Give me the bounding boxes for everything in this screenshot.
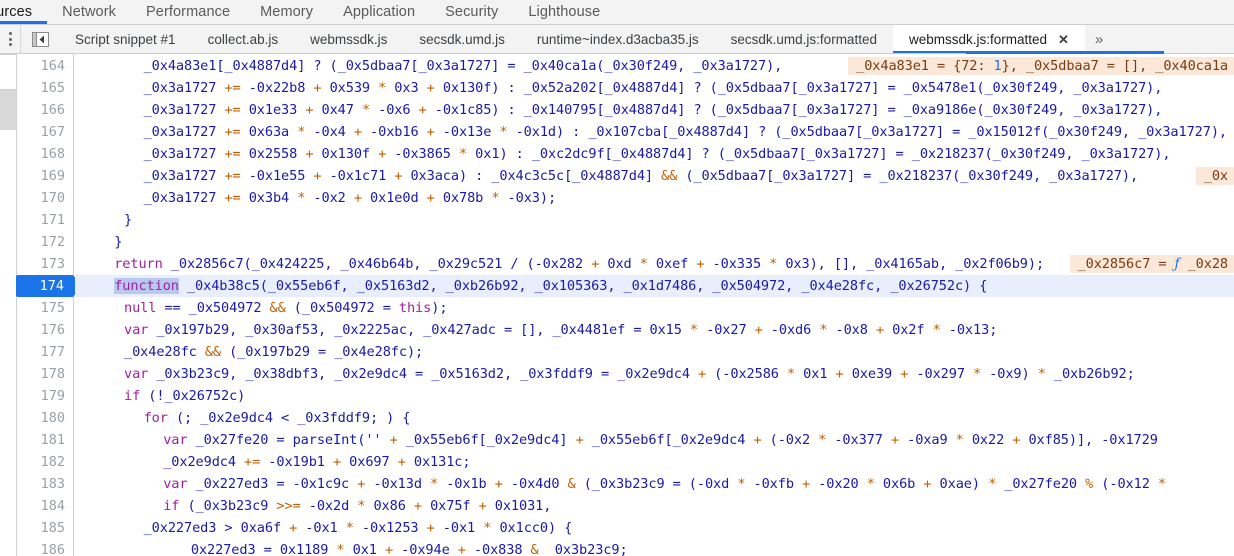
line-number[interactable]: 184 bbox=[17, 495, 65, 517]
line-number[interactable]: 186 bbox=[17, 539, 65, 556]
code-editor[interactable]: 164 165 166 167 168 169 170 171 172 173 174 175 176 1… bbox=[0, 54, 1234, 556]
tab-overflow-icon[interactable]: » bbox=[1085, 25, 1113, 53]
line-number[interactable]: 167 bbox=[17, 121, 65, 143]
devtools-tab-label: Security bbox=[445, 4, 499, 20]
code-line[interactable]: var _0x3b23c9, _0x38dbf3, _0x2e9dc4 = _0… bbox=[124, 363, 1135, 385]
code-line[interactable]: null == _0x504972 && (_0x504972 = this); bbox=[124, 297, 448, 319]
code-line[interactable]: _0x3a1727 += 0x63a * -0x4 + -0xb16 + -0x… bbox=[144, 121, 1228, 143]
source-tab-label: webmssdk.js:formatted bbox=[908, 31, 1048, 47]
line-number[interactable]: 181 bbox=[17, 429, 65, 451]
code-line[interactable]: for (; _0x2e9dc4 < _0x3fddf9; ) { bbox=[144, 407, 411, 429]
source-tab-collect-ab-js[interactable]: collect.ab.js bbox=[192, 25, 295, 53]
source-tab-secsdk-umd-js-formatted[interactable]: secsdk.umd.js:formatted bbox=[715, 25, 893, 53]
devtools-tabbar: ources Network Performance Memory Applic… bbox=[0, 0, 1234, 25]
code-line[interactable]: _0x2e9dc4 += -0x19b1 + 0x697 + 0x131c; bbox=[163, 451, 470, 473]
line-number[interactable]: 180 bbox=[17, 407, 65, 429]
code-line[interactable]: _0x3a1727 += 0x3b4 * -0x2 + 0x1e0d + 0x7… bbox=[144, 187, 557, 209]
code-line[interactable]: function _0x4b38c5(_0x55eb6f, _0x5163d2,… bbox=[114, 275, 987, 297]
line-number[interactable]: 176 bbox=[17, 319, 65, 341]
collapse-sidebar-icon[interactable] bbox=[21, 25, 59, 53]
source-tab-label: Script snippet #1 bbox=[75, 31, 176, 47]
code-line[interactable]: _0x3a1727 += 0x2558 + 0x130f + -0x3865 *… bbox=[144, 143, 1171, 165]
source-tab-label: collect.ab.js bbox=[207, 31, 279, 47]
code-line[interactable]: if (!_0x26752c) bbox=[124, 385, 245, 407]
devtools-tab-label: Lighthouse bbox=[528, 4, 601, 20]
editor-annotation-strip[interactable] bbox=[0, 54, 17, 556]
source-tab-runtime-index-js[interactable]: runtime~index.d3acba35.js bbox=[521, 25, 715, 53]
source-tab-label: secsdk.umd.js bbox=[419, 31, 505, 47]
devtools-tab-label: Application bbox=[343, 4, 416, 20]
code-line[interactable]: var _0x197b29, _0x30af53, _0x2225ac, _0x… bbox=[124, 319, 997, 341]
source-tab-webmssdk-js[interactable]: webmssdk.js bbox=[294, 25, 403, 53]
devtools-tab-label: Memory bbox=[260, 4, 314, 20]
code-line[interactable]: } bbox=[114, 231, 122, 253]
devtools-tab-application[interactable]: Application bbox=[328, 0, 430, 24]
devtools-tab-label: Performance bbox=[146, 4, 231, 20]
code-line[interactable]: return _0x2856c7(_0x424225, _0x46b64b, _… bbox=[114, 253, 1044, 275]
line-number[interactable]: 164 bbox=[17, 55, 65, 77]
line-number[interactable]: 168 bbox=[17, 143, 65, 165]
line-number[interactable]: 178 bbox=[17, 363, 65, 385]
line-number[interactable]: 175 bbox=[17, 297, 65, 319]
kebab-menu-icon[interactable] bbox=[0, 25, 21, 53]
line-number[interactable]: 170 bbox=[17, 187, 65, 209]
devtools-tab-lighthouse[interactable]: Lighthouse bbox=[513, 0, 615, 24]
line-number[interactable]: 182 bbox=[17, 451, 65, 473]
code-line[interactable]: if (_0x3b23c9 >>= -0x2d * 0x86 + 0x75f +… bbox=[163, 495, 551, 517]
code-line[interactable]: } bbox=[124, 209, 132, 231]
code-line[interactable]: var _0x227ed3 = -0x1c9c + -0x13d * -0x1b… bbox=[163, 473, 1166, 495]
annotation-band bbox=[0, 90, 16, 130]
inline-value-hint: _0x2856c7 = ƒ _0x28 bbox=[1069, 253, 1234, 275]
active-tab-indicator bbox=[966, 51, 1164, 54]
source-tab-label: webmssdk.js bbox=[310, 31, 388, 47]
line-number[interactable]: 171 bbox=[17, 209, 65, 231]
devtools-tab-security[interactable]: Security bbox=[430, 0, 513, 24]
source-tab-label: secsdk.umd.js:formatted bbox=[730, 31, 877, 47]
line-number[interactable]: 177 bbox=[17, 341, 65, 363]
devtools-tab-label: Network bbox=[62, 4, 117, 20]
code-line[interactable]: var _0x27fe20 = parseInt('' + _0x55eb6f[… bbox=[163, 429, 1158, 451]
code-line[interactable]: _0x3a1727 += 0x1e33 + 0x47 * -0x6 + -0x1… bbox=[144, 99, 1163, 121]
line-number[interactable]: 169 bbox=[17, 165, 65, 187]
code-line[interactable]: _0x4e28fc && (_0x197b29 = _0x4e28fc); bbox=[124, 341, 423, 363]
source-tab-script-snippet[interactable]: Script snippet #1 bbox=[59, 25, 192, 53]
line-number[interactable]: 185 bbox=[17, 517, 65, 539]
inline-value-hint: _0x bbox=[1195, 165, 1234, 187]
code-line[interactable]: _0x3a1727 += -0x22b8 + 0x539 * 0x3 + 0x1… bbox=[144, 77, 1163, 99]
line-number[interactable]: 172 bbox=[17, 231, 65, 253]
devtools-tab-label: ources bbox=[0, 4, 33, 20]
code-line[interactable]: _0x227ed3 = 0x1189 * 0x1 + -0x94e + -0x8… bbox=[183, 539, 628, 556]
code-line[interactable]: _0x4a83e1[_0x4887d4] ? (_0x5dbaa7[_0x3a1… bbox=[144, 55, 783, 77]
devtools-tab-network[interactable]: Network bbox=[47, 0, 131, 24]
source-tab-label: runtime~index.d3acba35.js bbox=[536, 31, 699, 47]
devtools-tab-memory[interactable]: Memory bbox=[245, 0, 328, 24]
close-icon[interactable]: ✕ bbox=[1058, 33, 1069, 46]
source-tab-webmssdk-js-formatted[interactable]: webmssdk.js:formatted ✕ bbox=[892, 25, 1085, 53]
source-tab-secsdk-umd-js[interactable]: secsdk.umd.js bbox=[403, 25, 521, 53]
line-number[interactable]: 165 bbox=[17, 77, 65, 99]
line-number[interactable]: 173 bbox=[17, 253, 65, 275]
devtools-tab-sources[interactable]: ources bbox=[0, 0, 48, 24]
inline-value-hint: _0x4a83e1 = {72: 1}, _0x5dbaa7 = [], _0x… bbox=[848, 55, 1234, 77]
line-number[interactable]: 174 bbox=[16, 275, 82, 297]
code-content[interactable]: _0x4a83e1[_0x4887d4] ? (_0x5dbaa7[_0x3a1… bbox=[75, 54, 1234, 556]
line-number[interactable]: 183 bbox=[17, 473, 65, 495]
devtools-window: ources Network Performance Memory Applic… bbox=[0, 0, 1234, 556]
line-number[interactable]: 166 bbox=[17, 99, 65, 121]
code-line[interactable]: _0x227ed3 > 0xa6f + -0x1 * -0x1253 + -0x… bbox=[144, 517, 573, 539]
devtools-tab-performance[interactable]: Performance bbox=[131, 0, 245, 24]
code-line[interactable]: _0x3a1727 += -0x1e55 + -0x1c71 + 0x3aca)… bbox=[144, 165, 1139, 187]
line-number[interactable]: 179 bbox=[17, 385, 65, 407]
source-tabbar: Script snippet #1 collect.ab.js webmssdk… bbox=[0, 25, 1234, 54]
line-number-gutter[interactable]: 164 165 166 167 168 169 170 171 172 173 174 175 176 1… bbox=[16, 54, 82, 556]
